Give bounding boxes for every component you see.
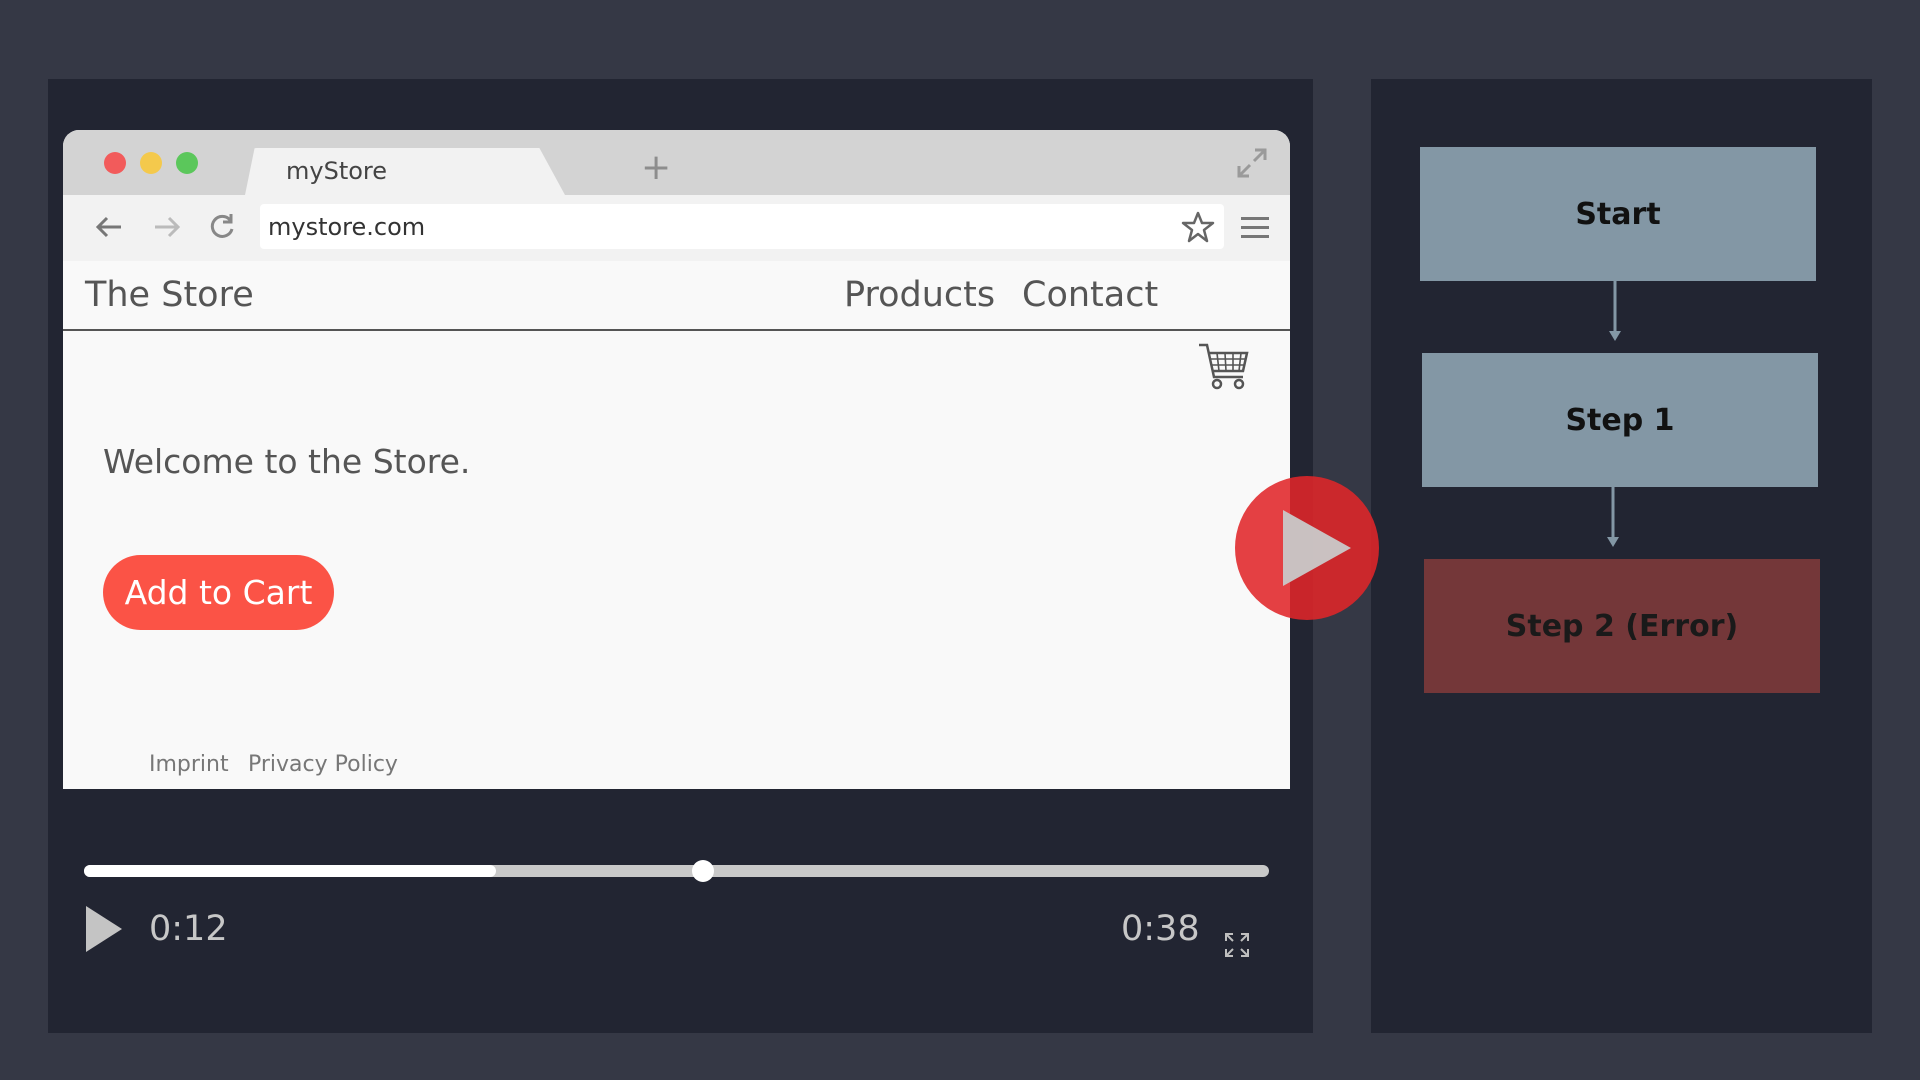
welcome-heading: Welcome to the Store. — [103, 442, 471, 481]
forward-arrow-icon[interactable] — [149, 209, 185, 245]
reload-icon[interactable] — [204, 209, 240, 245]
nav-link-products[interactable]: Products — [844, 275, 995, 315]
browser-window: myStore + mystore.com The Store Products… — [63, 130, 1290, 789]
close-window-dot[interactable] — [104, 152, 126, 174]
current-time: 0:12 — [149, 909, 228, 949]
star-icon[interactable] — [1180, 209, 1216, 245]
flow-step-start[interactable]: Start — [1420, 147, 1816, 281]
play-icon[interactable] — [1235, 476, 1379, 620]
url-text: mystore.com — [268, 213, 426, 241]
back-arrow-icon[interactable] — [91, 209, 127, 245]
footer-link-privacy[interactable]: Privacy Policy — [248, 752, 398, 777]
menu-icon[interactable] — [1239, 213, 1271, 243]
expand-icon[interactable] — [1235, 146, 1269, 180]
maximize-window-dot[interactable] — [176, 152, 198, 174]
flow-arrow-1 — [1609, 281, 1621, 341]
address-bar[interactable]: mystore.com — [260, 204, 1224, 249]
flow-step-2-error[interactable]: Step 2 (Error) — [1424, 559, 1820, 693]
site-header: The Store Products Contact — [63, 261, 1290, 331]
flow-arrow-2 — [1607, 487, 1619, 547]
new-tab-icon[interactable]: + — [641, 150, 671, 186]
playhead-handle[interactable] — [691, 860, 714, 882]
cart-icon[interactable] — [1197, 341, 1251, 391]
nav-link-contact[interactable]: Contact — [1022, 275, 1158, 315]
progress-bar[interactable] — [84, 865, 1269, 877]
fullscreen-icon[interactable] — [1222, 930, 1252, 960]
site-brand[interactable]: The Store — [85, 275, 254, 315]
duration-time: 0:38 — [1121, 909, 1200, 949]
progress-buffered — [84, 865, 497, 877]
footer-link-imprint[interactable]: Imprint — [149, 752, 229, 777]
play-button-icon[interactable] — [84, 904, 124, 954]
browser-toolbar: mystore.com — [63, 195, 1290, 261]
flow-step-1[interactable]: Step 1 — [1422, 353, 1818, 487]
tab-title: myStore — [286, 157, 388, 185]
minimize-window-dot[interactable] — [140, 152, 162, 174]
add-to-cart-button[interactable]: Add to Cart — [103, 555, 334, 630]
tab-bar: myStore + — [63, 130, 1290, 195]
